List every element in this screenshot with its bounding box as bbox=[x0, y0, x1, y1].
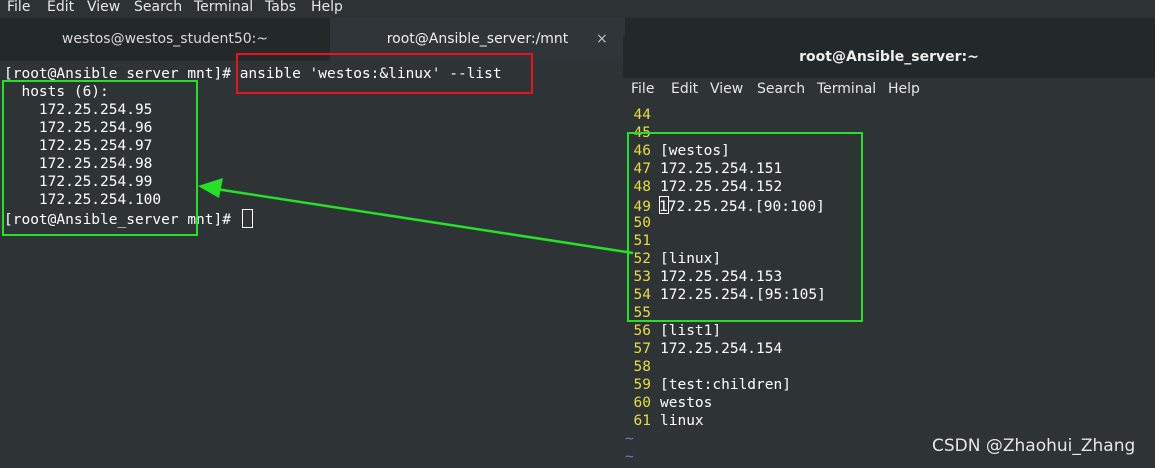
watermark: CSDN @Zhaohui_Zhang bbox=[932, 436, 1136, 456]
arrow-shaft bbox=[215, 187, 634, 255]
annotation-arrow bbox=[198, 178, 634, 255]
arrow-head bbox=[198, 178, 223, 198]
